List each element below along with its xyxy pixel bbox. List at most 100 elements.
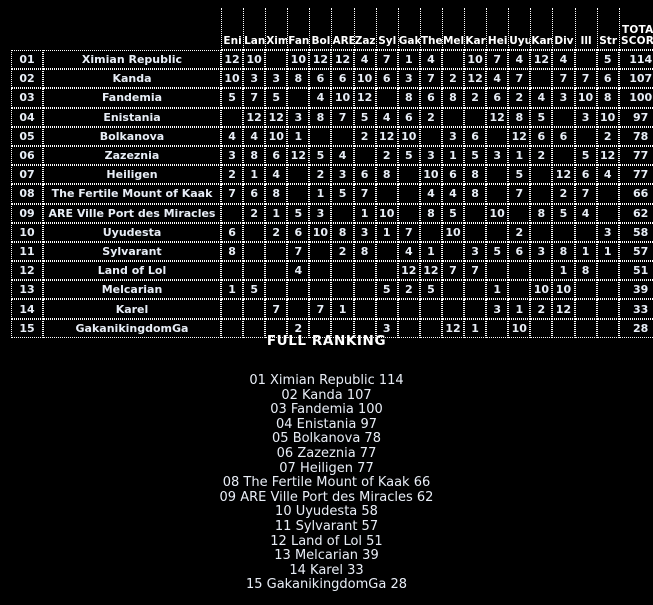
score-cell: 12 bbox=[552, 165, 575, 185]
ranking-entry: 15 GakanikingdomGa 28 bbox=[245, 577, 408, 593]
score-cell: 6 bbox=[574, 165, 597, 185]
score-cell: 1 bbox=[287, 126, 310, 146]
score-cell: 7 bbox=[574, 69, 597, 89]
score-cell bbox=[221, 299, 244, 319]
score-cell: 1 bbox=[309, 184, 332, 204]
row-rank: 08 bbox=[11, 184, 43, 204]
score-cell: 7 bbox=[353, 184, 376, 204]
score-cell: 8 bbox=[331, 222, 354, 242]
score-cell: 7 bbox=[441, 261, 465, 281]
table-row: 05 Bolkanova 4 4 10 1 2 12 10 3 6 12 6 6 2 78 bbox=[11, 126, 653, 146]
score-cell: 7 bbox=[243, 88, 266, 108]
score-cell bbox=[530, 261, 553, 281]
score-cell bbox=[287, 184, 310, 204]
column-header-uyu: Uyu bbox=[508, 8, 531, 50]
score-cell: 1 bbox=[353, 203, 376, 223]
row-total-score: 57 bbox=[618, 241, 653, 262]
score-cell bbox=[596, 261, 619, 281]
score-cell: 7 bbox=[287, 241, 310, 262]
table-row: 03 Fandemia 5 7 5 4 10 12 8 6 8 2 6 2 4 3 10 8 100 bbox=[11, 88, 653, 108]
score-cell: 8 bbox=[596, 88, 619, 108]
score-cell: 3 bbox=[552, 88, 575, 108]
score-cell: 12 bbox=[486, 107, 509, 127]
score-cell: 5 bbox=[486, 241, 509, 262]
total-header-line-2: SCORE bbox=[620, 34, 653, 47]
score-cell: 4 bbox=[419, 50, 442, 70]
score-cell bbox=[243, 241, 266, 262]
score-cell: 7 bbox=[574, 184, 597, 204]
score-cell bbox=[596, 203, 619, 223]
score-cell bbox=[309, 241, 332, 262]
score-cell: 4 bbox=[287, 261, 310, 281]
score-cell: 5 bbox=[221, 88, 244, 108]
score-cell bbox=[353, 261, 376, 281]
ranking-entry: 09 ARE Ville Port des Miracles 62 bbox=[219, 489, 434, 505]
score-cell: 3 bbox=[353, 222, 376, 242]
score-cell: 10 bbox=[243, 50, 266, 70]
column-header-kan: Kan bbox=[530, 8, 553, 50]
row-country-name: The Fertile Mount of Kaak bbox=[43, 184, 221, 204]
row-rank: 02 bbox=[11, 69, 43, 89]
score-cell: 10 bbox=[331, 88, 354, 108]
score-table-container: Eni Lan Xim Fan Bol ARE Zaz Syl Gak The Mel Kar Hei U… bbox=[0, 0, 653, 338]
score-cell bbox=[287, 88, 310, 108]
row-rank: 11 bbox=[11, 241, 43, 262]
score-cell: 5 bbox=[287, 203, 310, 223]
score-cell: 12 bbox=[309, 50, 332, 70]
ranking-entry: 08 The Fertile Mount of Kaak 66 bbox=[222, 475, 431, 491]
score-cell bbox=[486, 261, 509, 281]
score-cell: 6 bbox=[243, 184, 266, 204]
score-cell bbox=[287, 165, 310, 185]
score-cell bbox=[486, 126, 509, 146]
table-row: 14 Karel 7 7 1 3 1 2 12 33 bbox=[11, 299, 653, 319]
row-total-score: 77 bbox=[618, 145, 653, 166]
score-cell: 3 bbox=[419, 145, 442, 166]
score-cell: 6 bbox=[221, 222, 244, 242]
score-cell bbox=[508, 280, 531, 300]
row-total-score: 58 bbox=[618, 222, 653, 242]
row-country-name: Enistania bbox=[43, 107, 221, 127]
score-cell bbox=[552, 107, 575, 127]
score-cell: 5 bbox=[419, 280, 442, 300]
header-corner-rank bbox=[11, 8, 43, 50]
column-header-row: Eni Lan Xim Fan Bol ARE Zaz Syl Gak The Mel Kar Hei U… bbox=[11, 8, 653, 50]
column-header-the: The bbox=[419, 8, 442, 50]
score-cell bbox=[221, 261, 244, 281]
score-cell: 4 bbox=[265, 165, 288, 185]
score-cell bbox=[265, 280, 288, 300]
score-cell: 6 bbox=[508, 241, 531, 262]
score-cell: 3 bbox=[309, 203, 332, 223]
score-cell bbox=[375, 88, 398, 108]
score-cell: 2 bbox=[309, 165, 332, 185]
table-row: 02 Kanda 10 3 3 8 6 6 10 6 3 7 2 12 4 7 7 7 6 107 bbox=[11, 69, 653, 89]
score-cell: 4 bbox=[441, 184, 465, 204]
score-cell: 2 bbox=[221, 165, 244, 185]
column-header-str: Str bbox=[596, 8, 619, 50]
score-cell bbox=[464, 203, 487, 223]
score-cell: 1 bbox=[552, 261, 575, 281]
row-rank: 09 bbox=[11, 203, 43, 223]
score-cell: 5 bbox=[265, 88, 288, 108]
score-cell bbox=[530, 69, 553, 89]
score-cell: 8 bbox=[508, 107, 531, 127]
row-total-score: 97 bbox=[618, 107, 653, 127]
score-cell: 4 bbox=[331, 145, 354, 166]
score-cell: 7 bbox=[508, 184, 531, 204]
score-cell bbox=[530, 184, 553, 204]
score-cell: 12 bbox=[243, 107, 266, 127]
table-row: 07 Heiligen 2 1 4 2 3 6 8 10 6 8 5 12 6 4 77 bbox=[11, 165, 653, 185]
score-cell: 3 bbox=[265, 69, 288, 89]
column-header-xim: Xim bbox=[265, 8, 288, 50]
score-cell: 12 bbox=[419, 261, 442, 281]
score-cell bbox=[574, 299, 597, 319]
score-cell bbox=[265, 50, 288, 70]
score-cell: 8 bbox=[552, 241, 575, 262]
score-cell: 2 bbox=[508, 88, 531, 108]
score-cell bbox=[309, 280, 332, 300]
score-cell: 2 bbox=[596, 126, 619, 146]
row-total-score: 114 bbox=[618, 50, 653, 70]
score-cell: 3 bbox=[243, 69, 266, 89]
score-cell bbox=[265, 261, 288, 281]
score-cell bbox=[530, 165, 553, 185]
score-cell bbox=[419, 222, 442, 242]
